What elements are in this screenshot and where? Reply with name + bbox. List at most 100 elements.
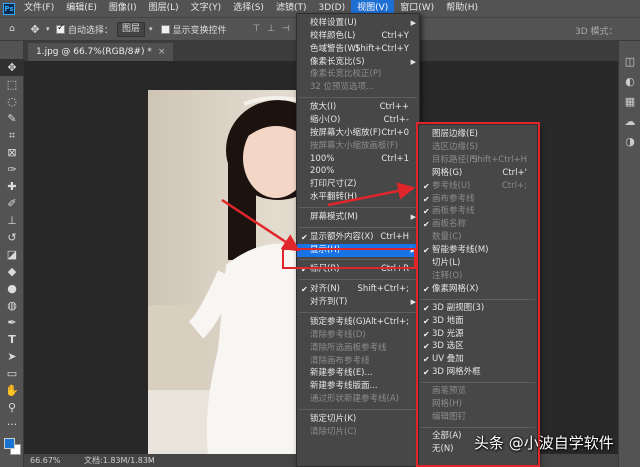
type-tool-icon[interactable]: T [0, 331, 24, 348]
view-menu-item[interactable]: 对齐到(T) ▶ [297, 296, 419, 309]
view-menu-item: 像素长宽比校正(P) [297, 68, 419, 81]
view-menu-item[interactable]: 锁定切片(K) [297, 413, 419, 426]
move-tool-icon[interactable]: ✥ [0, 59, 24, 76]
menu-edit[interactable]: 编辑(E) [60, 0, 103, 17]
annotation-submenu-box [416, 122, 540, 467]
photoshop-logo: Ps [3, 2, 15, 15]
view-menu-item-label: 屏幕模式(M) [310, 211, 358, 222]
zoom-level[interactable]: 66.67% [30, 454, 61, 467]
watermark: 头条 @小波自学软件 [474, 434, 614, 452]
close-icon[interactable]: × [158, 47, 166, 57]
more-tools-icon[interactable]: ··· [0, 416, 24, 433]
zoom-tool-icon[interactable]: ⚲ [0, 399, 24, 416]
view-menu-item[interactable]: 像素长宽比(S) ▶ [297, 56, 419, 69]
view-menu-item[interactable]: 缩小(O) Ctrl+- [297, 114, 419, 127]
view-menu-item-label: 清除切片(C) [310, 426, 357, 437]
view-menu-item-label: 打印尺寸(Z) [310, 179, 357, 190]
view-menu-item[interactable]: 200% [297, 165, 419, 178]
view-menu-item[interactable]: 色域警告(W) Shift+Ctrl+Y [297, 43, 419, 56]
right-panel-dock: ◫ ◐ ▦ ☁ ◑ [618, 41, 640, 467]
view-menu-item[interactable]: ✔ 显示额外内容(X) Ctrl+H [297, 231, 419, 244]
adjustments-panel-icon[interactable]: ◑ [619, 131, 640, 151]
stamp-tool-icon[interactable]: ⊥ [0, 212, 24, 229]
view-menu-item[interactable]: 100% Ctrl+1 [297, 153, 419, 166]
view-menu-item[interactable]: 水平翻转(H) [297, 191, 419, 204]
color-panel-icon[interactable]: ◐ [619, 71, 640, 91]
view-menu-item-label: 水平翻转(H) [310, 192, 358, 203]
view-menu-item-label: 清除所选画板参考线 [310, 342, 387, 353]
view-menu-item-shortcut: Ctrl++ [379, 102, 409, 113]
chevron-right-icon[interactable]: › [149, 454, 152, 467]
checkmark-icon: ✔ [301, 285, 308, 295]
view-menu-item[interactable]: 新建参考线版面... [297, 380, 419, 393]
view-menu-item-label: 对齐到(T) [310, 297, 348, 308]
menu-image[interactable]: 图像(I) [103, 0, 143, 17]
submenu-arrow-icon: ▶ [410, 57, 416, 66]
document-tab[interactable]: 1.jpg @ 66.7%(RGB/8#) * × [28, 43, 174, 61]
view-menu-item[interactable]: 屏幕模式(M) ▶ [297, 211, 419, 224]
menu-help[interactable]: 帮助(H) [440, 0, 484, 17]
eraser-tool-icon[interactable]: ◪ [0, 246, 24, 263]
lasso-tool-icon[interactable]: ◌ [0, 93, 24, 110]
show-transform-checkbox[interactable] [160, 24, 170, 34]
view-menu-item-label: 显示额外内容(X) [310, 231, 374, 242]
document-tab-title: 1.jpg @ 66.7%(RGB/8#) * [36, 47, 152, 57]
healing-brush-tool-icon[interactable]: ✚ [0, 178, 24, 195]
annotation-highlight-box [282, 248, 416, 269]
home-icon[interactable]: ⌂ [0, 24, 24, 34]
auto-select-checkbox[interactable] [56, 23, 65, 34]
view-menu: 校样设置(U) ▶ 校样颜色(L) Ctrl+Y 色域警告(W) Shift+Ctrl+Y… [296, 13, 420, 467]
move-tool-icon[interactable]: ✥ [24, 23, 46, 36]
view-menu-item[interactable]: 放大(I) Ctrl++ [297, 101, 419, 114]
auto-select-dropdown[interactable]: 图层 [117, 21, 146, 37]
pen-tool-icon[interactable]: ✒ [0, 314, 24, 331]
hand-tool-icon[interactable]: ✋ [0, 382, 24, 399]
chevron-down-icon[interactable]: ▾ [46, 25, 56, 33]
menu-separator [299, 97, 417, 99]
view-menu-item[interactable]: 校样设置(U) ▶ [297, 17, 419, 30]
history-panel-icon[interactable]: ◫ [619, 51, 640, 71]
rectangle-tool-icon[interactable]: ▭ [0, 365, 24, 382]
toolbox: ✥ ⬚ ◌ ✎ ⌗ ⊠ ✑ ✚ ✐ ⊥ ↺ ◪ ◆ ● ◍ ✒ T ➤ ▭ ✋ … [0, 41, 24, 467]
swatches-panel-icon[interactable]: ▦ [619, 91, 640, 111]
view-menu-item[interactable]: 打印尺寸(Z) [297, 178, 419, 191]
color-swatches[interactable] [3, 437, 23, 455]
history-brush-tool-icon[interactable]: ↺ [0, 229, 24, 246]
view-menu-item-shortcut: Ctrl+- [383, 114, 409, 125]
view-menu-item-shortcut: Ctrl+Y [381, 30, 409, 41]
quick-select-tool-icon[interactable]: ✎ [0, 110, 24, 127]
libraries-panel-icon[interactable]: ☁ [619, 111, 640, 131]
menu-type[interactable]: 文字(Y) [185, 0, 228, 17]
view-menu-item[interactable]: 校样颜色(L) Ctrl+Y [297, 30, 419, 43]
view-menu-item-shortcut: Ctrl+0 [381, 127, 409, 138]
eyedropper-tool-icon[interactable]: ✑ [0, 161, 24, 178]
menu-separator [299, 226, 417, 228]
show-transform-label: 显示变换控件 [172, 25, 227, 36]
view-menu-item: 32 位预览选项... [297, 81, 419, 94]
view-menu-item-label: 200% [310, 166, 335, 177]
view-menu-item[interactable]: 锁定参考线(G) Alt+Ctrl+; [297, 316, 419, 329]
menu-select[interactable]: 选择(S) [227, 0, 270, 17]
view-menu-item[interactable]: 新建参考线(E)... [297, 367, 419, 380]
dodge-tool-icon[interactable]: ◍ [0, 297, 24, 314]
path-select-tool-icon[interactable]: ➤ [0, 348, 24, 365]
view-menu-item[interactable]: ✔ 对齐(N) Shift+Ctrl+; [297, 283, 419, 296]
checkmark-icon: ✔ [301, 232, 308, 242]
menu-layer[interactable]: 图层(L) [143, 0, 185, 17]
view-menu-item-label: 锁定切片(K) [310, 413, 357, 424]
view-menu-item: 清除参考线(D) [297, 329, 419, 342]
menu-file[interactable]: 文件(F) [18, 0, 60, 17]
view-menu-item-label: 放大(I) [310, 102, 337, 113]
paint-bucket-tool-icon[interactable]: ◆ [0, 263, 24, 280]
crop-tool-icon[interactable]: ⌗ [0, 127, 24, 144]
blur-tool-icon[interactable]: ● [0, 280, 24, 297]
chevron-down-icon[interactable]: ▾ [149, 25, 153, 33]
view-menu-item[interactable]: 按屏幕大小缩放(F) Ctrl+0 [297, 127, 419, 140]
brush-tool-icon[interactable]: ✐ [0, 195, 24, 212]
frame-tool-icon[interactable]: ⊠ [0, 144, 24, 161]
marquee-tool-icon[interactable]: ⬚ [0, 76, 24, 93]
foreground-color-swatch[interactable] [4, 438, 15, 449]
view-menu-item: 清除画布参考线 [297, 355, 419, 368]
view-menu-item-label: 按屏幕大小缩放画板(F) [310, 140, 399, 151]
view-menu-item: 清除所选画板参考线 [297, 342, 419, 355]
